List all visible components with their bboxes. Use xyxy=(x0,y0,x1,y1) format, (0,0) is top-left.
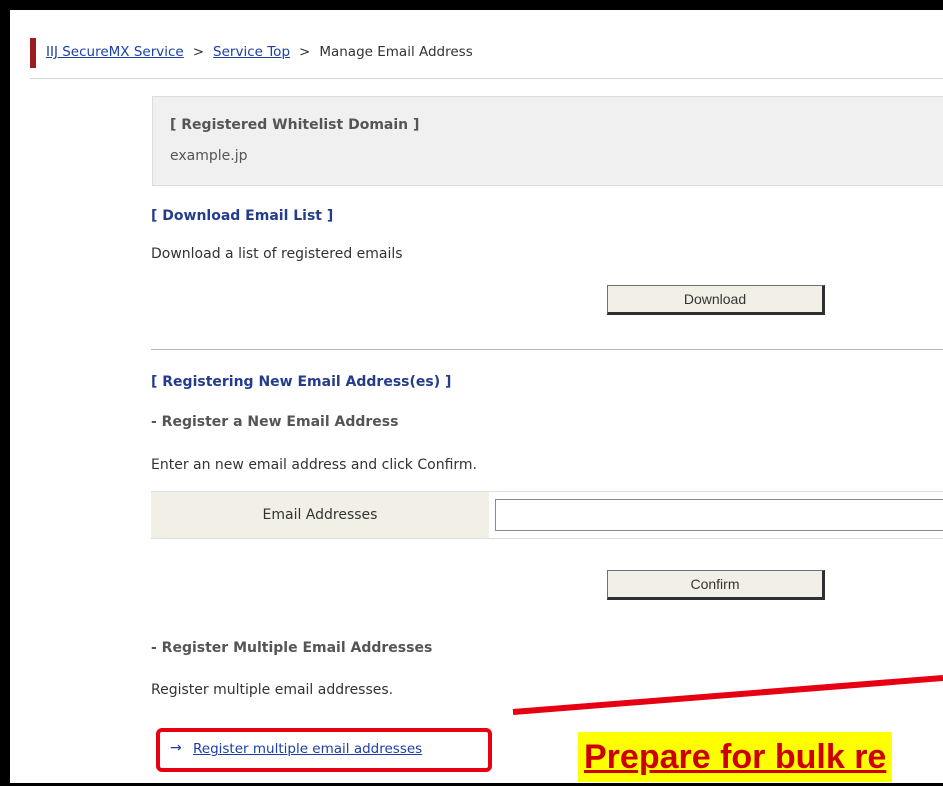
breadcrumb-link-service-top[interactable]: Service Top xyxy=(213,44,290,60)
register-section-title: [ Registering New Email Address(es) ] xyxy=(151,374,452,390)
callout-line-segment xyxy=(512,675,943,715)
breadcrumb: IIJ SecureMX Service > Service Top > Manage … xyxy=(30,38,943,79)
register-multiple-highlight-box: → Register multiple email addresses xyxy=(156,728,492,772)
breadcrumb-separator: > xyxy=(299,44,311,60)
confirm-button[interactable]: Confirm xyxy=(607,570,825,600)
email-address-input-cell xyxy=(490,492,943,538)
register-multiple-heading: - Register Multiple Email Addresses xyxy=(151,640,433,656)
email-address-input[interactable] xyxy=(495,499,943,531)
download-button[interactable]: Download xyxy=(607,285,825,315)
breadcrumb-link-securemx[interactable]: IIJ SecureMX Service xyxy=(46,44,184,60)
page-frame: IIJ SecureMX Service > Service Top > Manage … xyxy=(10,10,943,783)
arrow-right-icon: → xyxy=(170,740,182,756)
callout-annotation: Prepare for bulk re xyxy=(578,732,893,782)
breadcrumb-separator: > xyxy=(192,44,205,60)
download-description: Download a list of registered emails xyxy=(151,246,403,262)
register-multiple-description: Register multiple email addresses. xyxy=(151,682,394,698)
register-single-instruction: Enter an new email address and click Con… xyxy=(151,457,477,473)
whitelist-domain-title: [ Registered Whitelist Domain ] xyxy=(170,117,420,133)
breadcrumb-accent-bar xyxy=(30,38,36,68)
section-divider xyxy=(151,349,943,350)
breadcrumb-current-page: Manage Email Address xyxy=(319,44,473,60)
whitelist-domain-value: example.jp xyxy=(170,148,248,164)
register-single-heading: - Register a New Email Address xyxy=(151,414,399,430)
breadcrumb-trail: IIJ SecureMX Service > Service Top > Manage … xyxy=(46,44,473,60)
email-address-row: Email Addresses xyxy=(151,491,943,539)
whitelist-domain-panel: [ Registered Whitelist Domain ] example.… xyxy=(152,96,943,186)
download-section-title: [ Download Email List ] xyxy=(151,208,334,224)
email-address-label: Email Addresses xyxy=(151,492,489,538)
register-multiple-link[interactable]: Register multiple email addresses xyxy=(193,741,422,757)
